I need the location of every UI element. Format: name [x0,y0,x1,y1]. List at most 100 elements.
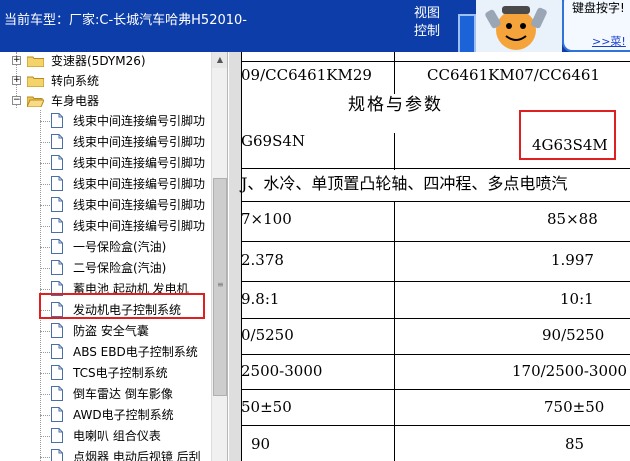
tree-node-label: 一号保险盒(汽油) [73,240,167,254]
table-rule [241,61,630,62]
table-rule [241,425,630,426]
document-icon [51,176,63,191]
document-icon [51,113,63,128]
displacement-left: 2.378 [241,251,284,269]
tree-doc-item[interactable]: 倒车雷达 倒车影像 [0,385,211,403]
tree-doc-item[interactable]: 电喇叭 组合仪表 [0,427,211,445]
tree-connector [40,163,50,164]
document-icon [51,344,63,359]
view-control-panel[interactable] [458,14,476,52]
tree-doc-item[interactable]: 线束中间连接编号引脚功 [0,196,211,214]
tree-connector [40,352,50,353]
spec-table: 09/CC6461KM29 CC6461KM07/CC6461 规格与参数 G6… [241,52,630,461]
tree-doc-item[interactable]: 点烟器 电动后视镜 后刮 [0,448,211,461]
scrollbar-grip: ≡ [217,280,224,289]
document-icon [51,365,63,380]
document-icon [51,260,63,275]
tree-node-label: 线束中间连接编号引脚功 [73,135,206,149]
selected-item-highlight [39,293,205,319]
tree-node-label: 线束中间连接编号引脚功 [73,156,206,170]
tree-node-body-electrical[interactable]: − 车身电器 [0,92,211,110]
tree-node-label: TCS电子控制系统 [73,366,168,380]
tree-content: + 变速器(5DYM26) + 转向系统 − 车身电器 线束中间连接编号引脚功 … [0,52,211,461]
tree-doc-item[interactable]: 线束中间连接编号引脚功 [0,217,211,235]
tree-node-label: 线束中间连接编号引脚功 [73,198,206,212]
scroll-up-arrow-icon[interactable]: ▲ [212,52,227,68]
tree-node-label: 防盗 安全气囊 [73,324,149,338]
collapse-icon[interactable]: − [12,96,21,105]
engine-model-highlight [519,110,616,160]
tree-doc-item[interactable]: 一号保险盒(汽油) [0,238,211,256]
tree-node-steering[interactable]: + 转向系统 [0,72,211,90]
tree-node-transmission[interactable]: + 变速器(5DYM26) [0,52,211,70]
tree-doc-item[interactable]: 线束中间连接编号引脚功 [0,133,211,151]
model-column-right: CC6461KM07/CC6461 [427,66,600,84]
tree-node-label: 点烟器 电动后视镜 后刮 [73,450,201,461]
tree-node-label: 转向系统 [51,74,100,88]
table-rule [241,241,630,242]
document-icon [51,323,63,338]
document-icon [51,197,63,212]
table-rule [241,201,630,202]
scrollbar-thumb[interactable]: ≡ [213,178,227,396]
tree-connector [40,247,50,248]
tree-connector [40,331,50,332]
oil-grade-left: 90 [251,435,271,453]
tree-node-label: 倒车雷达 倒车影像 [73,387,173,401]
max-power-right: 90/5250 [542,326,605,344]
current-vehicle-label: 当前车型：厂家:C-长城汽车哈弗H52010- [4,13,247,28]
expand-icon[interactable]: + [12,76,21,85]
displacement-right: 1.997 [551,251,594,269]
folder-icon [27,76,44,87]
view-control-button[interactable]: 视图控制 [414,5,444,41]
bore-stroke-left: 7×100 [241,210,292,228]
tree-node-label: 变速器(5DYM26) [51,54,146,68]
idle-speed-left: 50±50 [241,398,292,416]
compression-right: 10:1 [560,290,594,308]
table-rule [241,354,630,355]
tree-doc-item[interactable]: 二号保险盒(汽油) [0,259,211,277]
tree-connector [40,289,50,290]
document-icon [51,407,63,422]
document-icon [51,155,63,170]
tree-connector [40,121,50,122]
engine-type-text: J、水冷、单顶置凸轮轴、四冲程、多点电喷汽 [241,174,568,193]
tree-connector [40,373,50,374]
tree-doc-item[interactable]: 线束中间连接编号引脚功 [0,154,211,172]
tree-doc-item[interactable]: ABS EBD电子控制系统 [0,343,211,361]
table-rule [241,168,630,169]
tree-connector [40,394,50,395]
tree-connector [40,436,50,437]
tree-scrollbar[interactable]: ▲ ≡ [211,52,227,461]
mascot-icon [476,0,562,52]
idle-speed-right: 750±50 [544,398,605,416]
tree-doc-item[interactable]: 线束中间连接编号引脚功 [0,112,211,130]
document-icon [51,428,63,443]
tree-node-label: 电喇叭 组合仪表 [73,429,161,443]
tree-connector [40,184,50,185]
tree-connector [40,457,50,458]
model-column-left: 09/CC6461KM29 [241,66,372,84]
document-icon [51,239,63,254]
oil-grade-right: 85 [565,435,585,453]
document-icon [51,134,63,149]
tree-doc-item[interactable]: TCS电子控制系统 [0,364,211,382]
max-torque-left: 2500-3000 [241,362,323,380]
table-rule [394,52,395,94]
open-folder-icon [27,96,44,107]
tree-doc-item[interactable]: AWD电子控制系统 [0,406,211,424]
document-viewer: 09/CC6461KM29 CC6461KM07/CC6461 规格与参数 G6… [229,52,630,461]
tree-node-label: 二号保险盒(汽油) [73,261,167,275]
document-margin [229,52,241,461]
bore-stroke-right: 85×88 [547,210,598,228]
document-icon [51,386,63,401]
tree-connector [40,226,50,227]
expand-icon[interactable]: + [12,56,21,65]
tree-doc-item[interactable]: 防盗 安全气囊 [0,322,211,340]
tree-connector [40,205,50,206]
tree-connector [40,268,50,269]
help-bubble-text: 键盘按字! [572,1,625,15]
help-bubble-link[interactable]: >>菜! [592,33,626,49]
tree-node-label: ABS EBD电子控制系统 [73,345,198,359]
tree-doc-item[interactable]: 线束中间连接编号引脚功 [0,175,211,193]
